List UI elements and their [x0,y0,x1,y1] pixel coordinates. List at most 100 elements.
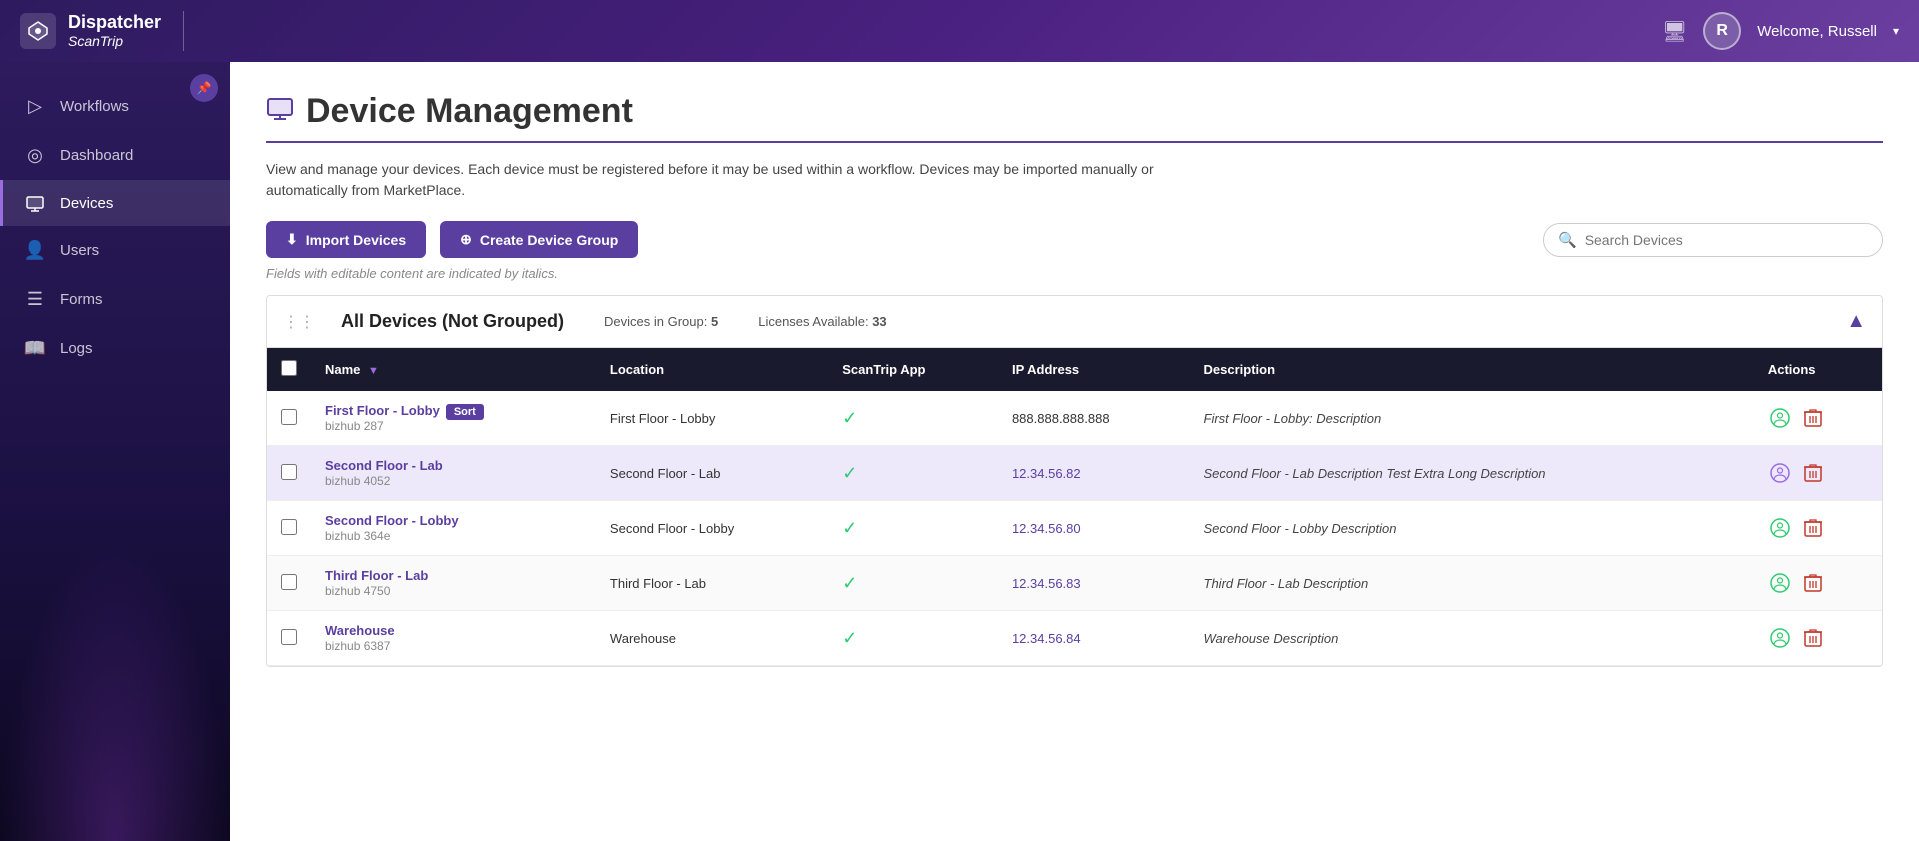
sidebar-item-label: Devices [60,195,113,212]
import-devices-button[interactable]: ⬇ Import Devices [266,221,426,258]
select-all-checkbox[interactable] [281,360,297,376]
checkmark-icon: ✓ [842,628,857,648]
import-icon: ⬇ [286,231,298,248]
ip-address-cell: 12.34.56.80 [998,501,1190,556]
device-name-link[interactable]: Third Floor - Lab [325,568,582,583]
top-navigation: Dispatcher ScanTrip 🖥 R Welcome, Russell… [0,0,1919,62]
sort-tooltip: Sort [446,404,484,420]
page-title: Device Management [306,92,633,131]
row-checkbox[interactable] [281,409,297,425]
chevron-down-icon[interactable]: ▾ [1893,24,1899,38]
scantrip-app-column-header: ScanTrip App [828,348,998,391]
logs-icon: 📖 [24,338,46,359]
device-model: bizhub 364e [325,529,390,543]
register-button[interactable] [1768,406,1792,430]
actions-cell [1754,446,1882,501]
ip-address-cell: 12.34.56.82 [998,446,1190,501]
app-name-line2: ScanTrip [68,33,161,50]
sort-arrow-icon: ▼ [368,365,379,377]
table-head: Name ▼ Location ScanTrip App IP Address … [267,348,1882,391]
location-cell: Warehouse [596,611,828,666]
italic-hint: Fields with editable content are indicat… [266,266,1883,281]
description-cell: Second Floor - Lobby Description [1190,501,1754,556]
row-checkbox[interactable] [281,519,297,535]
checkmark-icon: ✓ [842,573,857,593]
description-cell: Second Floor - Lab Description Test Extr… [1190,446,1754,501]
description-text: Third Floor - Lab Description [1204,576,1369,591]
sidebar-item-dashboard[interactable]: ◎ Dashboard [0,131,230,180]
delete-button[interactable] [1802,571,1824,595]
delete-button[interactable] [1802,461,1824,485]
name-column-header[interactable]: Name ▼ [311,348,596,391]
ip-address-link[interactable]: 12.34.56.83 [1012,576,1081,591]
users-icon: 👤 [24,240,46,261]
table-row: Third Floor - Labbizhub 4750Third Floor … [267,556,1882,611]
devices-table: Name ▼ Location ScanTrip App IP Address … [267,348,1882,666]
table-body: First Floor - LobbySortbizhub 287First F… [267,391,1882,666]
table-header-bar: ⋮⋮ All Devices (Not Grouped) Devices in … [267,296,1882,348]
row-checkbox-cell [267,611,311,666]
row-checkbox[interactable] [281,629,297,645]
app-name: Dispatcher ScanTrip [68,12,161,50]
register-button[interactable] [1768,516,1792,540]
select-all-header [267,348,311,391]
nav-divider [183,11,184,51]
delete-button[interactable] [1802,406,1824,430]
sidebar-item-forms[interactable]: ☰ Forms [0,275,230,324]
register-button[interactable] [1768,626,1792,650]
create-device-group-button[interactable]: ⊕ Create Device Group [440,221,638,258]
delete-button[interactable] [1802,516,1824,540]
checkmark-icon: ✓ [842,518,857,538]
actions-cell [1754,611,1882,666]
ip-address-link[interactable]: 12.34.56.82 [1012,466,1081,481]
ip-address-cell: 12.34.56.83 [998,556,1190,611]
delete-button[interactable] [1802,626,1824,650]
collapse-button[interactable]: ▲ [1846,310,1866,333]
row-checkbox-cell [267,501,311,556]
actions-cell [1754,501,1882,556]
sidebar-item-logs[interactable]: 📖 Logs [0,324,230,373]
device-name-link[interactable]: Warehouse [325,623,582,638]
drag-handle-icon[interactable]: ⋮⋮ [283,312,315,332]
device-name-link[interactable]: First Floor - LobbySort [325,403,582,418]
register-button[interactable] [1768,461,1792,485]
row-checkbox[interactable] [281,464,297,480]
actions-buttons [1768,626,1868,650]
scantrip-app-cell: ✓ [828,446,998,501]
location-cell: Second Floor - Lab [596,446,828,501]
row-checkbox-cell [267,556,311,611]
devices-icon [24,194,46,212]
device-name-link[interactable]: Second Floor - Lab [325,458,582,473]
actions-buttons [1768,406,1868,430]
pin-badge: 📌 [190,74,218,102]
licenses-available: Licenses Available: 33 [758,314,886,329]
ip-address-link[interactable]: 888.888.888.888 [1012,411,1110,426]
checkmark-icon: ✓ [842,463,857,483]
location-column-header: Location [596,348,828,391]
sidebar-item-devices[interactable]: Devices [0,180,230,226]
register-button[interactable] [1768,571,1792,595]
checkmark-icon: ✓ [842,408,857,428]
device-table-container: ⋮⋮ All Devices (Not Grouped) Devices in … [266,295,1883,667]
ip-address-link[interactable]: 12.34.56.80 [1012,521,1081,536]
create-group-label: Create Device Group [480,232,619,248]
search-input[interactable] [1585,232,1868,248]
sidebar-item-users[interactable]: 👤 Users [0,226,230,275]
description-cell: First Floor - Lobby: Description [1190,391,1754,446]
sidebar-item-label: Forms [60,291,103,308]
description-text: Warehouse Description [1204,631,1339,646]
row-checkbox-cell [267,391,311,446]
sidebar-item-label: Dashboard [60,147,133,164]
device-name-link[interactable]: Second Floor - Lobby [325,513,582,528]
monitor-icon[interactable]: 🖥 [1662,19,1687,44]
table-row: Second Floor - Lobbybizhub 364e Second Fl… [267,501,1882,556]
ip-address-link[interactable]: 12.34.56.84 [1012,631,1081,646]
toolbar: ⬇ Import Devices ⊕ Create Device Group 🔍 [266,221,1883,258]
import-label: Import Devices [306,232,406,248]
ip-address-cell: 888.888.888.888 [998,391,1190,446]
avatar[interactable]: R [1703,12,1741,50]
welcome-text: Welcome, Russell [1757,23,1877,40]
workflows-icon: ▷ [24,96,46,117]
location-cell: Third Floor - Lab [596,556,828,611]
row-checkbox[interactable] [281,574,297,590]
